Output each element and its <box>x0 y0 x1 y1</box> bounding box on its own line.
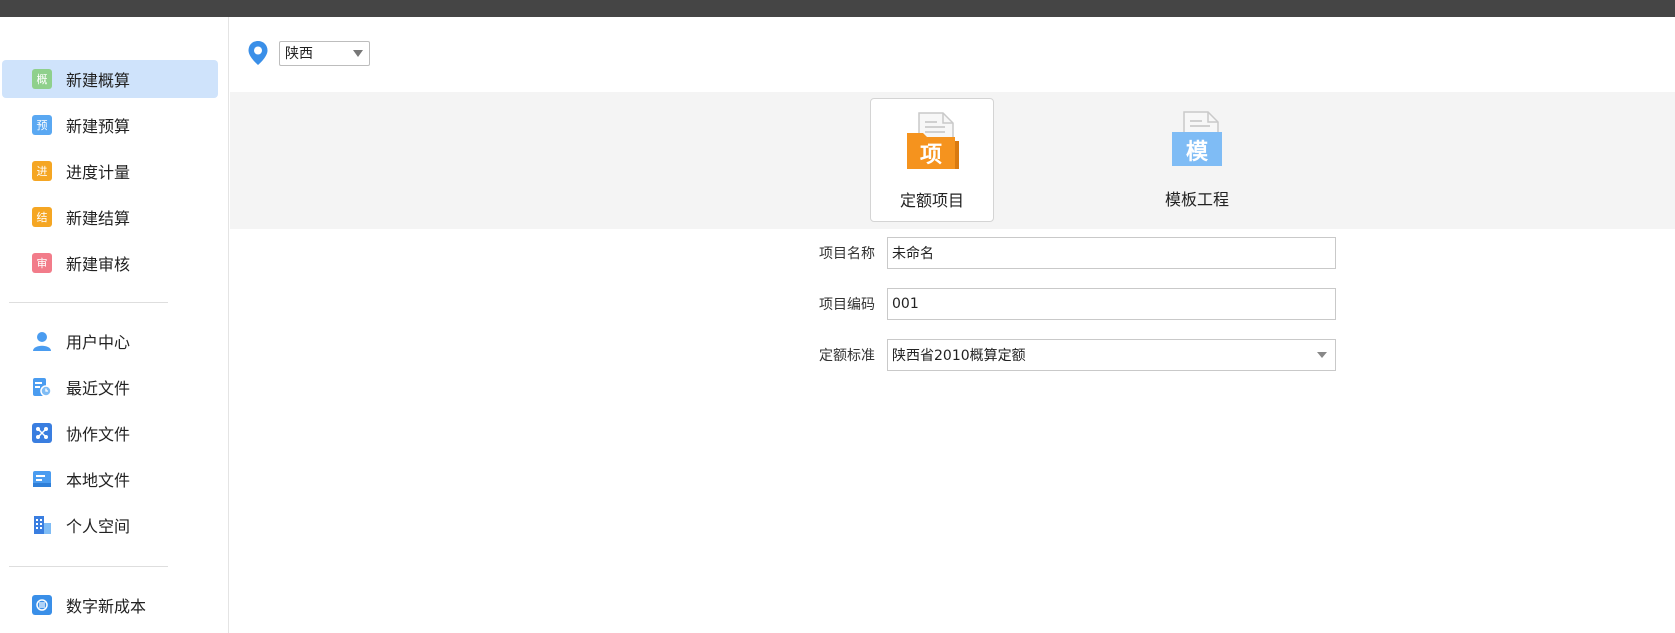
quota-standard-row: 定额标准 陕西省2010概算定额 <box>813 339 1336 371</box>
recent-file-icon <box>32 377 52 397</box>
sidebar-item-new-settlement[interactable]: 结 新建结算 <box>2 198 218 236</box>
project-type-band: 项 定额项目 模 模板工程 <box>230 92 1675 229</box>
svg-text:项: 项 <box>920 143 942 168</box>
sidebar-item-local-files[interactable]: 本地文件 <box>2 460 218 498</box>
sidebar-item-label: 本地文件 <box>66 471 131 490</box>
sidebar-item-collab-files[interactable]: 协作文件 <box>2 414 218 452</box>
main-panel: 陕西 项 定额项目 模 模板工程 项目名称 未命名 项目编码 001 定额标准 … <box>230 17 1675 633</box>
sidebar-item-label: 新建结算 <box>66 209 131 228</box>
sidebar-item-personal-space[interactable]: 个人空间 <box>2 506 218 544</box>
chevron-down-icon <box>1317 352 1327 358</box>
sidebar-item-progress-measure[interactable]: 进 进度计量 <box>2 152 218 190</box>
digital-cost-icon <box>32 595 52 615</box>
sidebar-item-new-budget[interactable]: 预 新建预算 <box>2 106 218 144</box>
project-code-row: 项目编码 <box>813 288 1336 320</box>
sidebar-item-digital-cost[interactable]: 数字新成本 <box>2 586 218 624</box>
sidebar-item-label: 新建审核 <box>66 255 131 274</box>
sidebar-divider <box>9 302 168 303</box>
sidebar-item-label: 进度计量 <box>66 163 131 182</box>
project-type-template[interactable]: 模 模板工程 <box>1135 98 1259 222</box>
project-name-label: 项目名称 <box>819 246 875 262</box>
project-type-quota[interactable]: 项 定额项目 <box>870 98 994 222</box>
progress-icon: 进 <box>32 161 52 181</box>
sidebar-item-label: 个人空间 <box>66 517 131 536</box>
sidebar-item-label: 新建预算 <box>66 117 131 136</box>
project-code-label: 项目编码 <box>819 297 875 313</box>
chevron-down-icon <box>353 49 363 57</box>
sidebar-item-label: 协作文件 <box>66 425 131 444</box>
collab-file-icon <box>32 423 52 443</box>
local-file-icon <box>32 469 52 489</box>
project-type-label: 模板工程 <box>1164 190 1229 209</box>
quota-project-icon: 项 <box>903 111 961 173</box>
sidebar-item-user-center[interactable]: 用户中心 <box>2 322 218 360</box>
sidebar: 概 新建概算 预 新建预算 进 进度计量 结 新建结算 审 新建审核 用户中心 … <box>0 17 229 633</box>
project-type-label: 定额项目 <box>899 191 964 210</box>
svg-text:模: 模 <box>1186 140 1209 165</box>
sidebar-divider <box>9 566 168 567</box>
sidebar-item-new-audit[interactable]: 审 新建审核 <box>2 244 218 282</box>
sidebar-item-label: 数字新成本 <box>66 597 147 616</box>
personal-space-icon <box>32 515 52 535</box>
location-pin-icon <box>247 40 269 66</box>
project-code-input[interactable] <box>887 288 1336 320</box>
budget-icon: 预 <box>32 115 52 135</box>
sidebar-item-label: 最近文件 <box>66 379 131 398</box>
project-name-input[interactable] <box>887 237 1336 269</box>
sidebar-item-new-estimate[interactable]: 概 新建概算 <box>2 60 218 98</box>
window-titlebar <box>0 0 1675 17</box>
region-dropdown[interactable]: 陕西 <box>279 40 370 66</box>
project-name-row: 项目名称 <box>813 237 1336 269</box>
sidebar-item-recent-files[interactable]: 最近文件 <box>2 368 218 406</box>
audit-icon: 审 <box>32 253 52 273</box>
settlement-icon: 结 <box>32 207 52 227</box>
sidebar-item-label: 用户中心 <box>66 333 131 352</box>
quota-standard-select[interactable]: 陕西省2010概算定额 <box>887 339 1336 371</box>
region-dropdown-value: 陕西 <box>285 46 313 62</box>
estimate-icon: 概 <box>32 69 52 89</box>
quota-standard-label: 定额标准 <box>819 348 875 364</box>
user-icon <box>32 331 52 351</box>
region-selector: 陕西 <box>247 40 370 66</box>
quota-standard-value: 陕西省2010概算定额 <box>892 348 1026 364</box>
sidebar-item-label: 新建概算 <box>66 71 131 90</box>
template-project-icon: 模 <box>1168 110 1226 172</box>
